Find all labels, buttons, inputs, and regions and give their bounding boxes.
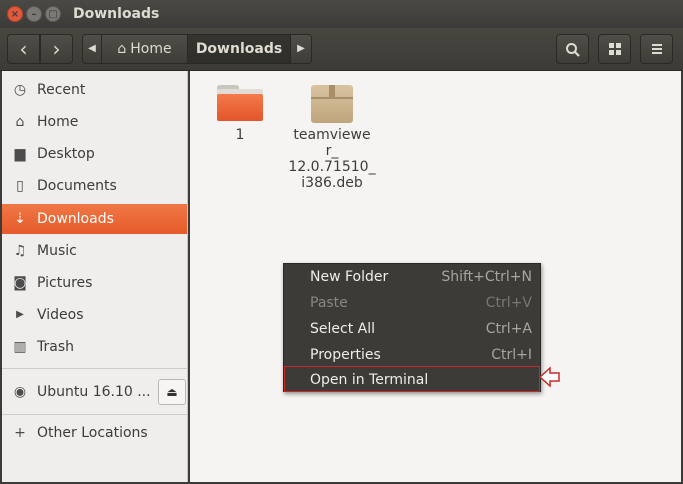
chevron-left-icon: ‹ — [19, 37, 28, 61]
search-icon — [565, 43, 580, 57]
menu-item-properties[interactable]: Properties Ctrl+I — [284, 342, 540, 368]
sidebar-item-label: Home — [37, 114, 79, 130]
package-icon[interactable] — [311, 85, 353, 123]
breadcrumb-home[interactable]: ⌂ Home — [102, 34, 188, 64]
trash-icon: ▥ — [13, 339, 27, 355]
breadcrumb-scroll-left-button[interactable]: ◀ — [82, 34, 102, 64]
search-button[interactable] — [556, 34, 589, 64]
sidebar-item-label: Documents — [37, 178, 117, 194]
music-icon: ♫ — [13, 243, 27, 259]
menu-item-paste: Paste Ctrl+V — [284, 290, 540, 316]
menu-item-label: Paste — [310, 295, 348, 311]
sidebar-item-home[interactable]: ⌂ Home — [2, 107, 187, 137]
menu-button[interactable] — [640, 34, 673, 64]
breadcrumb-downloads-label: Downloads — [195, 41, 283, 57]
download-icon: ⇣ — [14, 211, 26, 227]
hamburger-icon — [651, 44, 662, 54]
menu-item-shortcut: Shift+Ctrl+N — [441, 269, 532, 285]
menu-item-shortcut: Ctrl+V — [485, 295, 532, 311]
folder-icon: ▆ — [14, 146, 26, 162]
sidebar-item-label: Pictures — [37, 275, 93, 291]
breadcrumb-home-label: Home — [130, 41, 172, 57]
video-icon: ▶ — [16, 309, 24, 320]
sidebar-item-desktop[interactable]: ▆ Desktop — [2, 139, 187, 169]
sidebar-item-label: Music — [37, 243, 77, 259]
window-title: Downloads — [73, 6, 160, 22]
grid-icon — [608, 43, 621, 55]
menu-item-shortcut: Ctrl+A — [485, 321, 532, 337]
sidebar-item-label: Ubuntu 16.10 ... — [37, 384, 151, 400]
file-manager-window: × – □ Downloads ‹ › ◀ ⌂Home Downloads ▶ — [0, 0, 683, 484]
sidebar-item-label: Trash — [37, 339, 74, 355]
sidebar: ◷ Recent ⌂ Home ▆ Desktop ▯ Documents ⇣ … — [2, 71, 188, 482]
view-mode-button[interactable] — [598, 34, 631, 64]
sidebar-item-videos[interactable]: ▶ Videos — [2, 300, 187, 330]
chevron-right-icon: › — [52, 37, 61, 61]
menu-item-open-in-terminal[interactable]: Open in Terminal — [284, 366, 540, 392]
sidebar-item-downloads[interactable]: ⇣ Downloads — [2, 204, 187, 234]
clock-icon: ◷ — [13, 82, 27, 98]
home-icon: ⌂ — [117, 41, 127, 57]
minimize-button[interactable]: – — [26, 6, 42, 22]
sidebar-item-label: Desktop — [37, 146, 95, 162]
file-item-folder-1[interactable]: 1 — [195, 127, 285, 143]
triangle-left-icon: ◀ — [88, 43, 96, 54]
menu-item-label: Open in Terminal — [310, 372, 429, 388]
sidebar-divider — [2, 414, 187, 415]
sidebar-item-label: Recent — [37, 82, 86, 98]
header-bar: ‹ › ◀ ⌂ Home Downloads ▶ — [0, 28, 683, 71]
sidebar-item-pictures[interactable]: ◙ Pictures — [2, 268, 187, 298]
menu-item-label: Properties — [310, 347, 381, 363]
file-name-line: r_ — [325, 143, 339, 159]
disk-icon: ◉ — [13, 384, 27, 400]
camera-icon: ◙ — [13, 275, 27, 291]
context-menu: New Folder Shift+Ctrl+N Paste Ctrl+V Sel… — [283, 263, 541, 392]
triangle-right-icon: ▶ — [297, 43, 305, 54]
menu-item-shortcut: Ctrl+I — [491, 347, 532, 363]
menu-item-new-folder[interactable]: New Folder Shift+Ctrl+N — [284, 264, 540, 290]
sidebar-item-label: Downloads — [37, 211, 114, 227]
breadcrumb-downloads[interactable]: Downloads — [187, 34, 291, 64]
breadcrumb-scroll-right-button[interactable]: ▶ — [290, 34, 312, 64]
folder-icon[interactable] — [217, 85, 263, 121]
home-icon: ⌂ — [15, 114, 25, 130]
close-button[interactable]: × — [7, 6, 23, 22]
document-icon: ▯ — [16, 178, 24, 194]
file-name-line: teamviewe — [293, 127, 371, 143]
sidebar-item-other-locations[interactable]: + Other Locations — [2, 418, 187, 448]
sidebar-item-trash[interactable]: ▥ Trash — [2, 332, 187, 362]
pointer-arrow-icon — [538, 366, 560, 388]
plus-icon: + — [14, 425, 26, 441]
menu-item-label: New Folder — [310, 269, 389, 285]
sidebar-item-device[interactable]: ◉ Ubuntu 16.10 ... ⏏ — [2, 375, 187, 409]
eject-icon: ⏏ — [166, 385, 178, 399]
sidebar-item-label: Videos — [37, 307, 84, 323]
maximize-button[interactable]: □ — [45, 6, 61, 22]
title-bar: × – □ Downloads — [0, 0, 683, 28]
file-item-teamviewer-deb[interactable]: teamviewe r_ 12.0.71510_ i386.deb — [287, 127, 377, 191]
menu-item-select-all[interactable]: Select All Ctrl+A — [284, 316, 540, 342]
sidebar-item-music[interactable]: ♫ Music — [2, 236, 187, 266]
sidebar-divider — [2, 368, 187, 369]
back-button[interactable]: ‹ — [7, 34, 40, 64]
sidebar-item-recent[interactable]: ◷ Recent — [2, 75, 187, 105]
forward-button[interactable]: › — [40, 34, 73, 64]
file-name-line: 12.0.71510_ — [288, 159, 376, 175]
file-name: 1 — [235, 127, 245, 143]
menu-item-label: Select All — [310, 321, 375, 337]
sidebar-item-label: Other Locations — [37, 425, 148, 441]
file-name-line: i386.deb — [301, 175, 363, 191]
sidebar-item-documents[interactable]: ▯ Documents — [2, 171, 187, 201]
eject-button[interactable]: ⏏ — [158, 379, 186, 405]
